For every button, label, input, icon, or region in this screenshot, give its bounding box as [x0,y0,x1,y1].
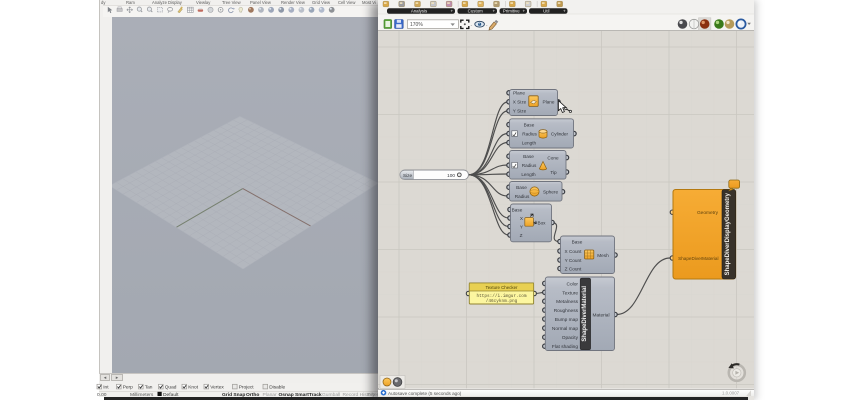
svg-text:Plane: Plane [513,91,525,96]
svg-text:Quad: Quad [165,385,177,391]
svg-text:Geometry: Geometry [697,210,719,216]
svg-text:ShapeDiverMaterial: ShapeDiverMaterial [582,286,588,342]
svg-text:Z Count: Z Count [565,267,582,272]
svg-text:Sphere: Sphere [543,190,559,195]
svg-text:Base: Base [512,207,523,212]
svg-text:Material: Material [592,313,609,319]
svg-text:+: + [563,9,566,14]
svg-text:Int: Int [103,385,109,391]
svg-text:-: - [486,22,488,28]
svg-text:Tip: Tip [550,170,557,175]
svg-text:Plane: Plane [543,100,555,105]
svg-text:Metalness: Metalness [556,299,578,305]
svg-text:Custom: Custom [468,9,483,14]
svg-text:Z: Z [520,233,523,238]
svg-text:+: + [523,9,526,14]
svg-text:Size: Size [403,173,413,178]
svg-text:Y Count: Y Count [565,258,583,263]
svg-text:Cone: Cone [547,155,559,160]
svg-text:Base: Base [523,154,534,159]
svg-text:Roughness: Roughness [554,308,579,314]
svg-text:Primitive: Primitive [503,9,520,14]
svg-text:ShapeDiverMaterial: ShapeDiverMaterial [678,256,718,261]
svg-text:Knot: Knot [188,385,199,391]
svg-text:Normal map: Normal map [552,326,578,332]
svg-text:Box: Box [537,221,546,226]
svg-text:1.0.0007: 1.0.0007 [722,390,740,395]
svg-text:Cylinder: Cylinder [551,132,569,137]
svg-text:Base: Base [516,185,527,190]
svg-text:170%: 170% [410,22,423,28]
svg-text:Analysis: Analysis [411,9,428,14]
svg-text:Length: Length [521,172,536,177]
svg-text:Vertex: Vertex [210,385,224,391]
svg-text:Length: Length [522,140,537,145]
svg-text:+: + [451,9,454,14]
svg-text:Y Size: Y Size [513,109,527,114]
svg-text:https://i.imgur.com: https://i.imgur.com [476,294,526,299]
svg-text:Perp: Perp [123,385,133,391]
svg-text:Flat shading: Flat shading [552,344,578,350]
svg-text:Radius: Radius [515,194,530,199]
svg-text:Texture Checker: Texture Checker [486,285,519,290]
svg-text:100: 100 [447,173,455,178]
svg-text:Autosave complete (5 seconds a: Autosave complete (5 seconds ago) [388,390,462,395]
svg-text:Bump map: Bump map [555,317,579,323]
svg-text:Opacity: Opacity [562,335,579,341]
svg-text:Color: Color [567,281,579,287]
svg-text:ShapeDiverDisplayGeometry: ShapeDiverDisplayGeometry [725,192,731,275]
svg-text:Base: Base [572,239,583,244]
svg-text:Util: Util [543,9,549,14]
svg-text:Base: Base [524,122,535,127]
svg-text:X Size: X Size [513,100,527,105]
svg-text:+: + [493,9,496,14]
svg-text:Radius: Radius [522,163,537,168]
svg-text:/46cyknm.png: /46cyknm.png [486,299,518,304]
svg-text:X Count: X Count [565,249,583,254]
svg-text:Radius: Radius [522,131,537,136]
svg-text:Texture: Texture [562,290,578,296]
svg-text:Disable: Disable [269,385,285,391]
svg-text:Tan: Tan [145,385,153,391]
svg-text:Project: Project [239,385,255,391]
svg-text:Mesh: Mesh [597,253,609,258]
svg-text:-: - [471,22,473,28]
